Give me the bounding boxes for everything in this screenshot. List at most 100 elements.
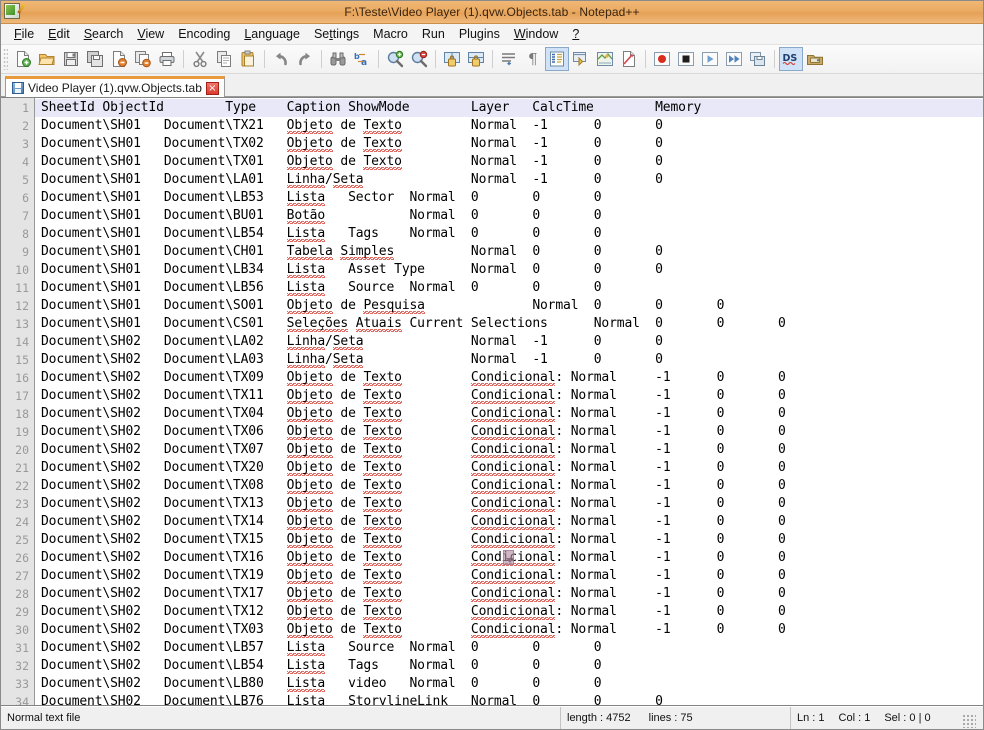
- menu-item-macro[interactable]: Macro: [366, 26, 415, 43]
- code-line[interactable]: Document\SH02 Document\TX09 Objeto de Te…: [35, 369, 983, 387]
- play-macro-button[interactable]: [698, 47, 722, 71]
- word-wrap-button[interactable]: [497, 47, 521, 71]
- copy-button[interactable]: [212, 47, 236, 71]
- menu-item-settings[interactable]: Settings: [307, 26, 366, 43]
- menu-item-language[interactable]: Language: [237, 26, 307, 43]
- record-macro-button[interactable]: [650, 47, 674, 71]
- code-line[interactable]: Document\SH02 Document\TX20 Objeto de Te…: [35, 459, 983, 477]
- code-line[interactable]: Document\SH02 Document\TX03 Objeto de Te…: [35, 621, 983, 639]
- code-line[interactable]: Document\SH02 Document\LB57 Lista Source…: [35, 639, 983, 657]
- doc-map-button[interactable]: [593, 47, 617, 71]
- line-number: 10: [15, 263, 29, 277]
- copy-icon: [215, 50, 233, 68]
- code-line[interactable]: Document\SH02 Document\TX13 Objeto de Te…: [35, 495, 983, 513]
- menu-item-plugins[interactable]: Plugins: [452, 26, 507, 43]
- toolbar-grip[interactable]: [3, 48, 8, 70]
- code-line[interactable]: Document\SH01 Document\TX02 Objeto de Te…: [35, 135, 983, 153]
- code-line[interactable]: SheetId ObjectId Type Caption ShowMode L…: [35, 99, 983, 117]
- code-line[interactable]: Document\SH02 Document\LB54 Lista Tags N…: [35, 657, 983, 675]
- stop-macro-button[interactable]: [674, 47, 698, 71]
- tab-video-player-objects[interactable]: Video Player (1).qvw.Objects.tab ×: [5, 76, 225, 97]
- close-file-button[interactable]: [107, 47, 131, 71]
- editor-area[interactable]: 1 2 3 4 5 6 7 8 9 10 11 12 13 14 15 16 17 18 19 20 21 22 23 24 2…: [1, 97, 983, 706]
- undo-button[interactable]: [269, 47, 293, 71]
- new-file-button[interactable]: [11, 47, 35, 71]
- code-line[interactable]: Document\SH01 Document\TX01 Objeto de Te…: [35, 153, 983, 171]
- code-line[interactable]: Document\SH01 Document\LB56 Lista Source…: [35, 279, 983, 297]
- code-line[interactable]: Document\SH02 Document\TX07 Objeto de Te…: [35, 441, 983, 459]
- code-line[interactable]: Document\SH02 Document\TX17 Objeto de Te…: [35, 585, 983, 603]
- code-line[interactable]: Document\SH02 Document\TX12 Objeto de Te…: [35, 603, 983, 621]
- line-number: 20: [15, 443, 29, 457]
- code-line[interactable]: Document\SH02 Document\LA03 Linha/Seta N…: [35, 351, 983, 369]
- save-all-button[interactable]: [83, 47, 107, 71]
- code-line[interactable]: Document\SH02 Document\TX19 Objeto de Te…: [35, 567, 983, 585]
- replace-button[interactable]: b a: [350, 47, 374, 71]
- toolbar-separator-4: [378, 50, 379, 68]
- close-icon[interactable]: ×: [205, 81, 219, 95]
- print-button[interactable]: [155, 47, 179, 71]
- redo-button[interactable]: [293, 47, 317, 71]
- zoom-in-button[interactable]: [383, 47, 407, 71]
- status-length-label: length : 4752: [567, 712, 631, 724]
- code-line[interactable]: Document\SH01 Document\BU01 Botão Normal…: [35, 207, 983, 225]
- code-line[interactable]: Document\SH01 Document\LB53 Lista Sector…: [35, 189, 983, 207]
- sync-horizontal-scroll-button[interactable]: [464, 47, 488, 71]
- find-button[interactable]: [326, 47, 350, 71]
- run-macro-multiple-button[interactable]: [722, 47, 746, 71]
- status-length-lines: length : 4752 lines : 75: [561, 707, 791, 729]
- zoom-out-button[interactable]: [407, 47, 431, 71]
- menu-item-help[interactable]: ?: [565, 26, 586, 43]
- code-line[interactable]: Document\SH02 Document\LB80 Lista video …: [35, 675, 983, 693]
- spell-check-button[interactable]: DS: [779, 47, 803, 71]
- code-line[interactable]: Document\SH02 Document\TX15 Objeto de Te…: [35, 531, 983, 549]
- save-button[interactable]: [59, 47, 83, 71]
- indent-guide-button[interactable]: [545, 47, 569, 71]
- code-line[interactable]: Document\SH01 Document\CH01 Tabela Simpl…: [35, 243, 983, 261]
- menu-item-edit[interactable]: Edit: [41, 26, 77, 43]
- code-line[interactable]: Document\SH02 Document\TX08 Objeto de Te…: [35, 477, 983, 495]
- menu-item-window[interactable]: Window: [507, 26, 565, 43]
- menu-item-encoding[interactable]: Encoding: [171, 26, 237, 43]
- svg-text:b: b: [354, 52, 360, 61]
- code-line[interactable]: Document\SH02 Document\TX11 Objeto de Te…: [35, 387, 983, 405]
- title-bar: F:\Teste\Video Player (1).qvw.Objects.ta…: [1, 1, 983, 24]
- code-line[interactable]: Document\SH01 Document\LB34 Lista Asset …: [35, 261, 983, 279]
- save-macro-button[interactable]: [746, 47, 770, 71]
- close-all-files-button[interactable]: [131, 47, 155, 71]
- show-all-characters-button[interactable]: ¶: [521, 47, 545, 71]
- code-line[interactable]: Document\SH02 Document\LA02 Linha/Seta N…: [35, 333, 983, 351]
- code-line[interactable]: Document\SH02 Document\TX16 Objeto de Te…: [35, 549, 983, 567]
- cut-icon: [191, 50, 209, 68]
- function-list-icon: [620, 50, 638, 68]
- line-number: 7: [22, 209, 29, 223]
- code-line[interactable]: Document\SH01 Document\CS01 Seleções Atu…: [35, 315, 983, 333]
- function-list-button[interactable]: [617, 47, 641, 71]
- code-line[interactable]: Document\SH02 Document\TX06 Objeto de Te…: [35, 423, 983, 441]
- code-line[interactable]: Document\SH02 Document\TX14 Objeto de Te…: [35, 513, 983, 531]
- menu-item-run[interactable]: Run: [415, 26, 452, 43]
- menu-item-file[interactable]: File: [7, 26, 41, 43]
- folder-as-workspace-button[interactable]: [803, 47, 827, 71]
- toolbar-separator-5: [435, 50, 436, 68]
- open-file-button[interactable]: [35, 47, 59, 71]
- menu-label-window: indow: [525, 26, 559, 41]
- code-line[interactable]: Document\SH01 Document\TX21 Objeto de Te…: [35, 117, 983, 135]
- code-line[interactable]: Document\SH01 Document\SO01 Objeto de Pe…: [35, 297, 983, 315]
- text-content[interactable]: SheetId ObjectId Type Caption ShowMode L…: [35, 98, 983, 705]
- code-line[interactable]: Document\SH02 Document\LB76 Lista Storyl…: [35, 693, 983, 705]
- line-number: 32: [15, 659, 29, 673]
- code-line[interactable]: Document\SH01 Document\LB54 Lista Tags N…: [35, 225, 983, 243]
- user-defined-dialog-button[interactable]: [569, 47, 593, 71]
- menu-item-search[interactable]: Search: [77, 26, 131, 43]
- resize-grip[interactable]: [962, 714, 976, 728]
- code-line[interactable]: Document\SH01 Document\LA01 Linha/Seta N…: [35, 171, 983, 189]
- pilcrow-icon: ¶: [524, 50, 542, 68]
- sync-vertical-scroll-button[interactable]: [440, 47, 464, 71]
- cut-button[interactable]: [188, 47, 212, 71]
- paste-button[interactable]: [236, 47, 260, 71]
- doc-map-icon: [596, 50, 614, 68]
- menu-label-encoding: Encoding: [178, 26, 231, 41]
- menu-item-view[interactable]: View: [130, 26, 171, 43]
- code-line[interactable]: Document\SH02 Document\TX04 Objeto de Te…: [35, 405, 983, 423]
